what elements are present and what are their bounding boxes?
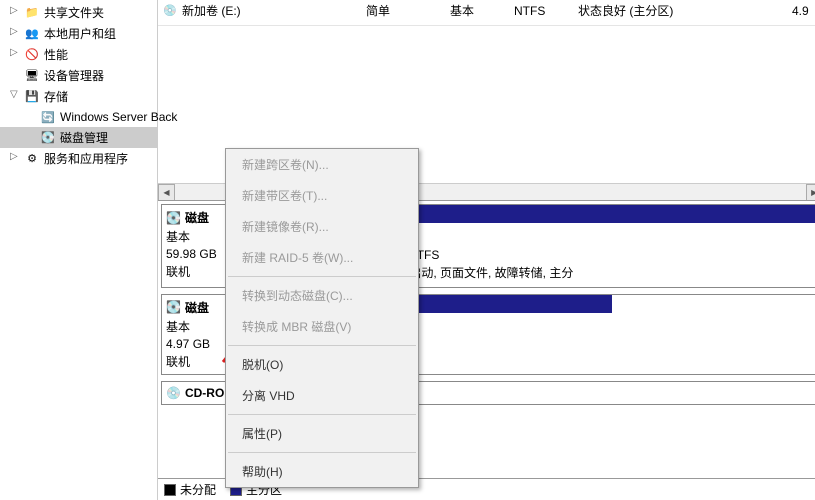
tree-icon: 🔄 bbox=[40, 109, 56, 125]
legend-unalloc-swatch bbox=[164, 484, 176, 496]
tree-item-1[interactable]: ▷ 👥本地用户和组 bbox=[0, 23, 157, 44]
tree-icon: 📁 bbox=[24, 5, 40, 21]
tree-label: 设备管理器 bbox=[44, 67, 104, 84]
menu-item: 新建跨区卷(N)... bbox=[226, 149, 418, 180]
tree-label: 服务和应用程序 bbox=[44, 150, 128, 167]
tree-item-2[interactable]: ▷ 🚫性能 bbox=[0, 44, 157, 65]
volume-list: 💿 新加卷 (E:) 简单 基本 NTFS 状态良好 (主分区) 4.9 bbox=[158, 0, 815, 26]
sidebar: ▷📁共享文件夹▷👥本地用户和组▷🚫性能🖥设备管理器▽💾存储🔄Windows Se… bbox=[0, 0, 158, 500]
vol-status: 状态良好 (主分区) bbox=[578, 2, 788, 19]
menu-item[interactable]: 脱机(O) bbox=[226, 349, 418, 380]
scroll-left-button[interactable]: ◀ bbox=[158, 184, 175, 201]
tree-item-5[interactable]: 🔄Windows Server Back bbox=[0, 107, 157, 127]
menu-item[interactable]: 属性(P) bbox=[226, 418, 418, 449]
disk-icon: 💽 bbox=[166, 300, 181, 314]
tree-icon: 💾 bbox=[24, 89, 40, 105]
disk-icon: 💿 bbox=[166, 386, 181, 400]
tree-icon: 💽 bbox=[40, 130, 56, 146]
expand-icon[interactable]: ▷ bbox=[10, 5, 18, 16]
tree-label: 共享文件夹 bbox=[44, 4, 104, 21]
tree-item-6[interactable]: 💽磁盘管理 bbox=[0, 127, 157, 148]
menu-item[interactable]: 分离 VHD bbox=[226, 380, 418, 411]
volume-icon: 💿 bbox=[162, 3, 178, 19]
tree-label: 存储 bbox=[44, 88, 68, 105]
tree-item-7[interactable]: ▷ ⚙服务和应用程序 bbox=[0, 148, 157, 169]
tree-icon: 👥 bbox=[24, 26, 40, 42]
vol-fs: NTFS bbox=[514, 4, 574, 18]
menu-item: 转换成 MBR 磁盘(V) bbox=[226, 311, 418, 342]
tree-icon: ⚙ bbox=[24, 151, 40, 167]
tree-item-3[interactable]: 🖥设备管理器 bbox=[0, 65, 157, 86]
legend-unalloc-label: 未分配 bbox=[180, 481, 216, 498]
tree-item-0[interactable]: ▷ 📁共享文件夹 bbox=[0, 2, 157, 23]
menu-item: 新建镜像卷(R)... bbox=[226, 211, 418, 242]
menu-item: 新建 RAID-5 卷(W)... bbox=[226, 242, 418, 273]
vol-layout: 简单 bbox=[366, 2, 446, 19]
tree-label: 本地用户和组 bbox=[44, 25, 116, 42]
tree-label: 磁盘管理 bbox=[60, 129, 108, 146]
vol-type: 基本 bbox=[450, 2, 510, 19]
vol-size: 4.9 bbox=[792, 4, 815, 18]
disk-title: 磁盘 bbox=[185, 209, 209, 226]
tree-icon: 🚫 bbox=[24, 47, 40, 63]
menu-item: 转换到动态磁盘(C)... bbox=[226, 280, 418, 311]
menu-item[interactable]: 帮助(H) bbox=[226, 456, 418, 487]
tree-icon: 🖥 bbox=[24, 68, 40, 84]
expand-icon[interactable]: ▷ bbox=[10, 26, 18, 37]
scroll-right-button[interactable]: ▶ bbox=[806, 184, 815, 201]
volume-row[interactable]: 💿 新加卷 (E:) 简单 基本 NTFS 状态良好 (主分区) 4.9 bbox=[158, 0, 815, 21]
expand-icon[interactable]: ▽ bbox=[10, 89, 18, 100]
disk-title: 磁盘 bbox=[185, 299, 209, 316]
tree-item-4[interactable]: ▽ 💾存储 bbox=[0, 86, 157, 107]
expand-icon[interactable]: ▷ bbox=[10, 151, 18, 162]
vol-name: 新加卷 (E:) bbox=[182, 2, 362, 19]
context-menu: 新建跨区卷(N)...新建带区卷(T)...新建镜像卷(R)...新建 RAID… bbox=[225, 148, 419, 488]
tree-label: 性能 bbox=[44, 46, 68, 63]
menu-item: 新建带区卷(T)... bbox=[226, 180, 418, 211]
disk-icon: 💽 bbox=[166, 211, 181, 225]
expand-icon[interactable]: ▷ bbox=[10, 47, 18, 58]
